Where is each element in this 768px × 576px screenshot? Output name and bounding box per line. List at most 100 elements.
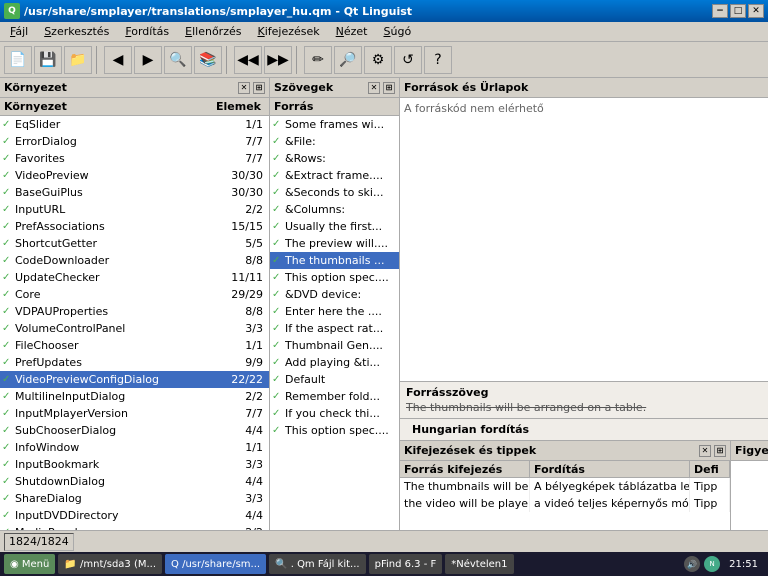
env-row[interactable]: ✓InputMplayerVersion7/7 bbox=[0, 405, 269, 422]
text-row[interactable]: ✓Some frames wi... bbox=[270, 116, 399, 133]
env-row[interactable]: ✓BaseGuiPlus30/30 bbox=[0, 184, 269, 201]
text-row[interactable]: ✓&Seconds to ski... bbox=[270, 184, 399, 201]
env-row[interactable]: ✓UpdateChecker11/11 bbox=[0, 269, 269, 286]
env-row[interactable]: ✓ShareDialog3/3 bbox=[0, 490, 269, 507]
text-label: &Rows: bbox=[285, 152, 397, 165]
env-row[interactable]: ✓PrefUpdates9/9 bbox=[0, 354, 269, 371]
taskbar-item-0[interactable]: 📁 /mnt/sda3 (M... bbox=[58, 554, 162, 574]
bottom-table[interactable]: The thumbnails will be ...A bélyegképek … bbox=[400, 478, 730, 530]
taskbar-item-4[interactable]: *Névtelen1 bbox=[445, 554, 513, 574]
maximize-button[interactable]: □ bbox=[730, 4, 746, 18]
text-row[interactable]: ✓If you check thi... bbox=[270, 405, 399, 422]
text-row[interactable]: ✓&DVD device: bbox=[270, 286, 399, 303]
tb-back[interactable]: ◀◀ bbox=[234, 46, 262, 74]
tb-zoom[interactable]: 🔎 bbox=[334, 46, 362, 74]
tb-next[interactable]: ▶ bbox=[134, 46, 162, 74]
menu-view[interactable]: Nézet bbox=[328, 23, 376, 40]
text-row[interactable]: ✓Usually the first... bbox=[270, 218, 399, 235]
text-label: Usually the first... bbox=[285, 220, 397, 233]
bottom-panels: Kifejezések és tippek ✕ ⊞ Forrás kifejez… bbox=[400, 440, 768, 530]
menu-edit[interactable]: Szerkesztés bbox=[36, 23, 117, 40]
tb-new[interactable]: 📄 bbox=[4, 46, 32, 74]
text-label: &DVD device: bbox=[285, 288, 397, 301]
env-row[interactable]: ✓PrefAssociations15/15 bbox=[0, 218, 269, 235]
env-row[interactable]: ✓InfoWindow1/1 bbox=[0, 439, 269, 456]
env-row[interactable]: ✓SubChooserDialog4/4 bbox=[0, 422, 269, 439]
text-list[interactable]: ✓Some frames wi...✓&File:✓&Rows:✓&Extrac… bbox=[270, 116, 399, 530]
env-row[interactable]: ✓VDPAUProperties8/8 bbox=[0, 303, 269, 320]
text-panel-close-icon[interactable]: ✕ bbox=[368, 82, 380, 94]
tb-settings[interactable]: ⚙ bbox=[364, 46, 392, 74]
close-button[interactable]: ✕ bbox=[748, 4, 764, 18]
env-panel-close-icon[interactable]: ✕ bbox=[238, 82, 250, 94]
source-panel-header: Források és Ürlapok ✕ ⊞ bbox=[400, 78, 768, 98]
env-row[interactable]: ✓InputURL2/2 bbox=[0, 201, 269, 218]
env-count: 1/1 bbox=[217, 339, 267, 352]
env-check-icon: ✓ bbox=[2, 391, 12, 402]
menu-translation[interactable]: Fordítás bbox=[117, 23, 177, 40]
tb-refresh[interactable]: ↺ bbox=[394, 46, 422, 74]
text-row[interactable]: ✓Thumbnail Gen.... bbox=[270, 337, 399, 354]
minimize-button[interactable]: − bbox=[712, 4, 728, 18]
env-row[interactable]: ✓InputBookmark3/3 bbox=[0, 456, 269, 473]
text-row[interactable]: ✓This option spec.... bbox=[270, 269, 399, 286]
tb-search[interactable]: 🔍 bbox=[164, 46, 192, 74]
bottom-row[interactable]: the video will be playe...a videó teljes… bbox=[400, 495, 730, 512]
env-row[interactable]: ✓InputDVDDirectory4/4 bbox=[0, 507, 269, 524]
env-row[interactable]: ✓FileChooser1/1 bbox=[0, 337, 269, 354]
env-row[interactable]: ✓CodeDownloader8/8 bbox=[0, 252, 269, 269]
env-check-icon: ✓ bbox=[2, 136, 12, 147]
text-row[interactable]: ✓The preview will.... bbox=[270, 235, 399, 252]
env-row[interactable]: ✓ErrorDialog7/7 bbox=[0, 133, 269, 150]
text-row[interactable]: ✓&Rows: bbox=[270, 150, 399, 167]
env-count: 30/30 bbox=[217, 169, 267, 182]
text-row[interactable]: ✓&File: bbox=[270, 133, 399, 150]
tb-forward[interactable]: ▶▶ bbox=[264, 46, 292, 74]
env-panel: Környezet ✕ ⊞ Környezet Elemek ✓EqSlider… bbox=[0, 78, 270, 530]
taskbar-item-2[interactable]: 🔍 . Qm Fájl kit... bbox=[269, 554, 366, 574]
text-row[interactable]: ✓&Extract frame.... bbox=[270, 167, 399, 184]
bottom-row[interactable]: The thumbnails will be ...A bélyegképek … bbox=[400, 478, 730, 495]
menu-help[interactable]: Súgó bbox=[376, 23, 420, 40]
figyelmeztetesek-title: Figyelmeztetések bbox=[735, 444, 768, 457]
env-row[interactable]: ✓Core29/29 bbox=[0, 286, 269, 303]
env-row[interactable]: ✓EqSlider1/1 bbox=[0, 116, 269, 133]
text-row[interactable]: ✓Remember fold... bbox=[270, 388, 399, 405]
tb-help[interactable]: ? bbox=[424, 46, 452, 74]
env-row[interactable]: ✓VideoPreview30/30 bbox=[0, 167, 269, 184]
env-row[interactable]: ✓VolumeControlPanel3/3 bbox=[0, 320, 269, 337]
menu-file[interactable]: Fájl bbox=[2, 23, 36, 40]
text-row[interactable]: ✓Enter here the .... bbox=[270, 303, 399, 320]
env-panel-float-icon[interactable]: ⊞ bbox=[253, 82, 265, 94]
env-name: MultilineInputDialog bbox=[15, 390, 217, 403]
text-row[interactable]: ✓Default bbox=[270, 371, 399, 388]
text-row[interactable]: ✓&Columns: bbox=[270, 201, 399, 218]
tb-save[interactable]: 💾 bbox=[34, 46, 62, 74]
env-row[interactable]: ✓Favorites7/7 bbox=[0, 150, 269, 167]
tb-book[interactable]: 📚 bbox=[194, 46, 222, 74]
text-label: &Seconds to ski... bbox=[285, 186, 397, 199]
env-row[interactable]: ✓ShortcutGetter5/5 bbox=[0, 235, 269, 252]
text-row[interactable]: ✓Add playing &ti... bbox=[270, 354, 399, 371]
text-row[interactable]: ✓If the aspect rat... bbox=[270, 320, 399, 337]
kifejezesek-float-icon[interactable]: ⊞ bbox=[714, 445, 726, 457]
env-row[interactable]: ✓VideoPreviewConfigDialog22/22 bbox=[0, 371, 269, 388]
tb-open[interactable]: 📁 bbox=[64, 46, 92, 74]
menu-phrases[interactable]: Kifejezések bbox=[249, 23, 327, 40]
text-panel-float-icon[interactable]: ⊞ bbox=[383, 82, 395, 94]
taskbar-item-1[interactable]: Q /usr/share/sm... bbox=[165, 554, 266, 574]
env-list[interactable]: ✓EqSlider1/1✓ErrorDialog7/7✓Favorites7/7… bbox=[0, 116, 269, 530]
start-button[interactable]: ◉ Menü bbox=[4, 554, 55, 574]
text-row[interactable]: ✓The thumbnails ... bbox=[270, 252, 399, 269]
env-name: InputURL bbox=[15, 203, 217, 216]
forrasszoveg-title: Forrásszöveg bbox=[406, 386, 768, 399]
kifejezesek-close-icon[interactable]: ✕ bbox=[699, 445, 711, 457]
env-row[interactable]: ✓MultilineInputDialog2/2 bbox=[0, 388, 269, 405]
env-row[interactable]: ✓ShutdownDialog4/4 bbox=[0, 473, 269, 490]
tb-edit[interactable]: ✏ bbox=[304, 46, 332, 74]
text-label: Some frames wi... bbox=[285, 118, 397, 131]
menu-check[interactable]: Ellenőrzés bbox=[177, 23, 249, 40]
tb-prev[interactable]: ◀ bbox=[104, 46, 132, 74]
text-row[interactable]: ✓This option spec.... bbox=[270, 422, 399, 439]
taskbar-item-3[interactable]: pFind 6.3 - F bbox=[369, 554, 443, 574]
